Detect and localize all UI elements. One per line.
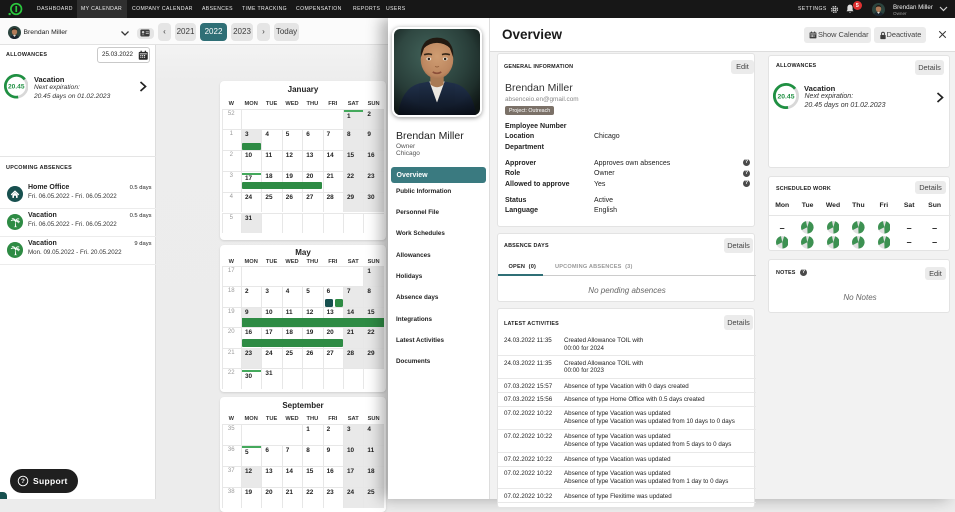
svg-text:20.45: 20.45 [777,93,794,100]
svg-text:?: ? [21,478,25,485]
svg-text:20.45: 20.45 [7,84,24,91]
